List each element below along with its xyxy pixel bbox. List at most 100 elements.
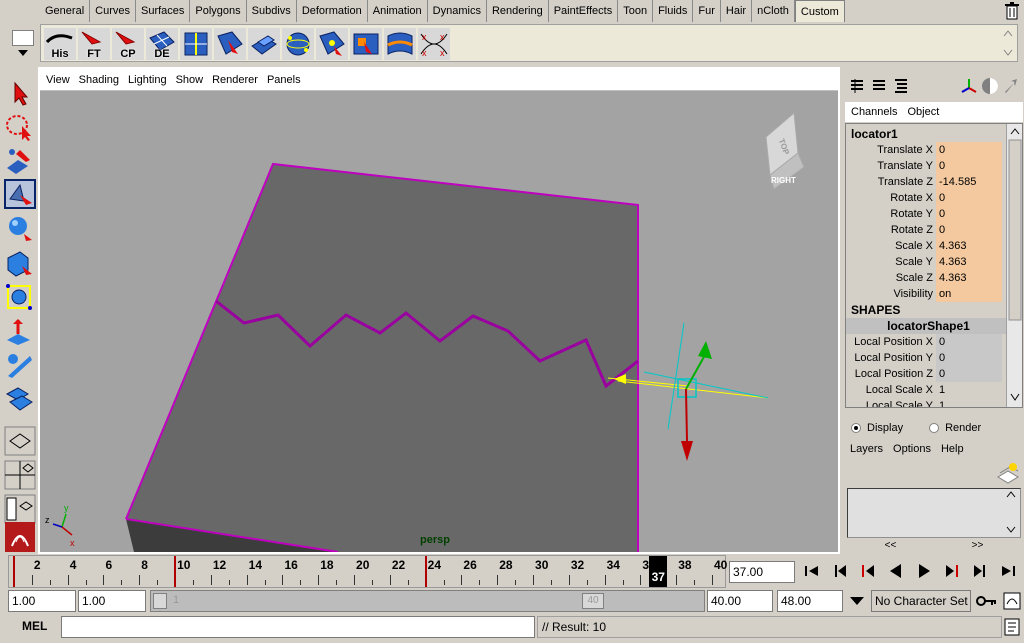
outliner-layout-icon[interactable] — [4, 494, 36, 524]
display-mode-icon[interactable] — [981, 77, 999, 95]
animation-preferences-icon[interactable] — [1003, 592, 1021, 610]
channel-row[interactable]: Scale Y 4.363 — [846, 254, 1006, 270]
help-menu[interactable]: Help — [941, 443, 964, 455]
attribute-editor-icon[interactable] — [871, 78, 887, 94]
shelf-scroll[interactable] — [1000, 26, 1016, 60]
channel-name[interactable]: Rotate Z — [846, 222, 936, 238]
channel-name[interactable]: Scale Y — [846, 254, 936, 270]
shelf-tab-general[interactable]: General — [40, 0, 91, 22]
channel-name[interactable]: Translate X — [846, 142, 936, 158]
select-tool-icon[interactable] — [4, 78, 36, 108]
character-set-field[interactable]: No Character Set — [871, 590, 971, 612]
viewport-menu-view[interactable]: View — [46, 74, 70, 86]
shelf-tab-surfaces[interactable]: Surfaces — [136, 0, 191, 22]
layer-scroll-bar[interactable]: << >> — [847, 540, 1021, 554]
shelf-tab-toon[interactable]: Toon — [618, 0, 654, 22]
single-perspective-layout-icon[interactable] — [4, 426, 36, 456]
channel-name[interactable]: Local Position X — [846, 334, 936, 350]
shelf-tab-rendering[interactable]: Rendering — [487, 0, 549, 22]
lasso-tool-icon[interactable] — [4, 112, 36, 142]
scroll-left-button[interactable]: << — [885, 540, 897, 554]
character-set-dropdown-icon[interactable] — [848, 594, 866, 608]
channel-name[interactable]: Translate Y — [846, 158, 936, 174]
channel-value[interactable]: 0 — [936, 190, 1002, 206]
shelf-menu-button[interactable] — [8, 24, 38, 64]
time-slider[interactable]: 24681012141618202224262830323436384037 — [8, 555, 727, 588]
curve-ep-icon[interactable]: x xx x — [418, 28, 450, 60]
start-time-field[interactable]: 1.00 — [8, 590, 76, 612]
channel-value[interactable]: 0 — [936, 350, 1002, 366]
shelf-tab-hair[interactable]: Hair — [721, 0, 753, 22]
shape-channel-row[interactable]: Local Position X0 — [846, 334, 1006, 350]
channel-box-scrollbar[interactable] — [1006, 124, 1022, 407]
viewport-menu-panels[interactable]: Panels — [267, 74, 301, 86]
channel-row[interactable]: Visibility on — [846, 286, 1006, 302]
subdivide-face-icon[interactable] — [180, 28, 212, 60]
channel-name[interactable]: Translate Z — [846, 174, 936, 190]
shelf-tab-curves[interactable]: Curves — [90, 0, 136, 22]
new-layer-icon[interactable] — [996, 461, 1020, 485]
show-manipulator-icon[interactable] — [4, 350, 36, 380]
channel-name[interactable]: Scale X — [846, 238, 936, 254]
channels-menu[interactable]: Channels — [851, 106, 897, 118]
channel-row[interactable]: Scale Z 4.363 — [846, 270, 1006, 286]
channel-box-icon[interactable] — [849, 78, 865, 94]
options-menu[interactable]: Options — [893, 443, 931, 455]
keyframe-marker[interactable] — [174, 556, 177, 587]
channel-value[interactable]: 0 — [936, 366, 1002, 382]
channel-row[interactable]: Rotate X0 — [846, 190, 1006, 206]
viewport-menu-show[interactable]: Show — [176, 74, 204, 86]
auto-key-icon[interactable] — [976, 594, 998, 608]
soft-modification-icon[interactable] — [4, 316, 36, 346]
layer-list[interactable] — [847, 488, 1021, 538]
command-language-label[interactable]: MEL — [22, 619, 47, 633]
keyframe-marker[interactable] — [424, 556, 427, 587]
step-back-key-icon[interactable] — [857, 560, 879, 582]
render-radio[interactable] — [929, 423, 940, 433]
shelf-tab-polygons[interactable]: Polygons — [190, 0, 247, 22]
merge-vertices-icon[interactable] — [316, 28, 348, 60]
channel-value[interactable]: 1 — [936, 398, 1002, 407]
range-slider[interactable]: 1 40 — [150, 590, 705, 612]
display-radio[interactable] — [851, 423, 861, 433]
range-end-handle[interactable]: 40 — [582, 593, 604, 609]
move-tool[interactable] — [4, 179, 36, 209]
channel-name[interactable]: Local Position Y — [846, 350, 936, 366]
channel-row[interactable]: Scale X 4.363 — [846, 238, 1006, 254]
trash-icon[interactable] — [1004, 2, 1020, 20]
select-edge-loop-icon[interactable] — [214, 28, 246, 60]
shape-channel-row[interactable]: Local Scale X1 — [846, 382, 1006, 398]
rotate-tool-icon[interactable] — [4, 214, 36, 244]
range-end-field[interactable]: 40.00 — [707, 590, 773, 612]
shelf-tab-painteffects[interactable]: PaintEffects — [549, 0, 619, 22]
channel-row[interactable]: Rotate Y0 — [846, 206, 1006, 222]
channel-value[interactable]: 4.363 — [936, 238, 1002, 254]
shelf-his-button[interactable]: His — [44, 28, 76, 60]
shelf-tab-subdivs[interactable]: Subdivs — [247, 0, 297, 22]
channel-value[interactable]: on — [936, 286, 1002, 302]
object-name[interactable]: locator1 — [846, 126, 1006, 142]
shelf-ft-button[interactable]: FT — [78, 28, 110, 60]
channel-value[interactable]: 4.363 — [936, 270, 1002, 286]
axis-gizmo-icon[interactable] — [961, 78, 977, 94]
channel-value[interactable]: 4.363 — [936, 254, 1002, 270]
sphere-wire-icon[interactable] — [282, 28, 314, 60]
perspective-scene[interactable]: TOP RIGHT y z x — [40, 91, 838, 552]
shelf-tab-custom[interactable]: Custom — [794, 0, 845, 22]
universal-manipulator-icon[interactable] — [4, 282, 36, 312]
channel-name[interactable]: Local Scale Y — [846, 398, 936, 407]
shelf-tab-deformation[interactable]: Deformation — [297, 0, 368, 22]
step-forward-key-icon[interactable] — [941, 560, 963, 582]
shape-channel-row[interactable]: Local Scale Y1 — [846, 398, 1006, 407]
channel-value[interactable]: 0 — [936, 142, 1002, 158]
channel-name[interactable]: Visibility — [846, 286, 936, 302]
channel-value[interactable]: 0 — [936, 334, 1002, 350]
channel-value[interactable]: -14.585 — [936, 174, 1002, 190]
viewport-menu-renderer[interactable]: Renderer — [212, 74, 258, 86]
channel-name[interactable]: Local Scale X — [846, 382, 936, 398]
shelf-tab-ncloth[interactable]: nCloth — [752, 0, 795, 22]
shelf-de-button[interactable]: DE — [146, 28, 178, 60]
end-time-field[interactable]: 48.00 — [777, 590, 843, 612]
play-backwards-icon[interactable] — [885, 560, 907, 582]
range-start-handle[interactable] — [153, 593, 167, 609]
